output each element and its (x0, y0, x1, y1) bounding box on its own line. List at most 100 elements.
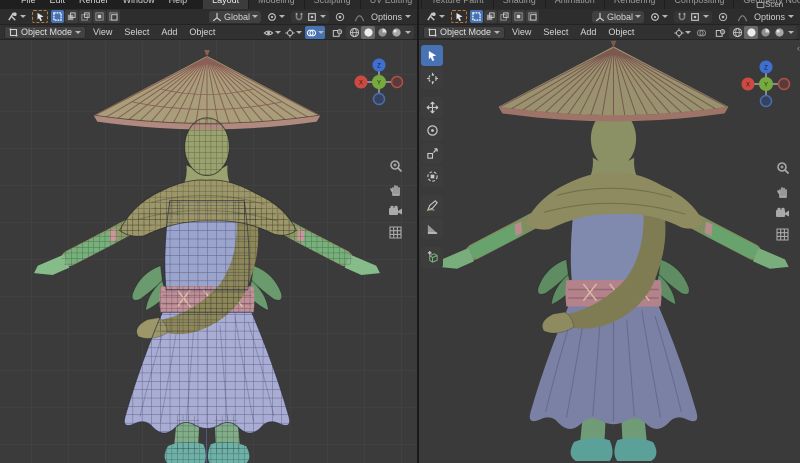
menu-window[interactable]: Window (116, 0, 162, 9)
active-tool-dropdown[interactable] (4, 11, 29, 23)
menu-object[interactable]: Object (184, 25, 220, 40)
select-mode-subtract[interactable] (79, 10, 92, 23)
select-mode-invert[interactable] (93, 10, 106, 23)
menu-select[interactable]: Select (119, 25, 154, 40)
tab-layout[interactable]: Layout (203, 0, 248, 9)
menu-select[interactable]: Select (538, 25, 573, 40)
shading-material-button[interactable] (758, 26, 772, 39)
select-mode-set[interactable] (51, 10, 64, 23)
shading-wireframe-button[interactable] (347, 26, 361, 39)
toggle-xray-button[interactable] (330, 26, 344, 39)
proportional-editing-toggle[interactable] (332, 11, 348, 23)
active-tool-dropdown[interactable] (423, 11, 448, 23)
tool-cursor[interactable] (421, 68, 443, 89)
toggle-xray-button[interactable] (713, 26, 727, 39)
viewport-nav-buttons (388, 159, 403, 239)
material-sphere-icon (760, 27, 771, 38)
pane-divider[interactable] (417, 0, 419, 463)
proportional-icon (718, 12, 728, 22)
tab-sculpting[interactable]: Sculpting (305, 0, 360, 9)
select-mode-subtract[interactable] (498, 10, 511, 23)
camera-view-icon[interactable] (388, 205, 403, 217)
pan-hand-icon[interactable] (389, 182, 403, 196)
tool-settings-bar: Global Options (419, 9, 800, 25)
chevron-down-icon (252, 15, 258, 18)
zoom-icon[interactable] (776, 161, 790, 175)
proportional-falloff-dropdown[interactable] (734, 11, 751, 23)
select-mode-invert[interactable] (512, 10, 525, 23)
snap-target-icon[interactable] (690, 12, 700, 22)
transform-orientation-dropdown[interactable]: Global (209, 11, 261, 23)
measure-icon (426, 222, 439, 235)
options-dropdown[interactable]: Options (754, 12, 796, 22)
shading-solid-button[interactable] (744, 26, 758, 39)
select-mode-extend[interactable] (484, 10, 497, 23)
pivot-point-dropdown[interactable] (264, 11, 288, 23)
tab-uv-editing[interactable]: UV Editing (361, 0, 422, 9)
menu-add[interactable]: Add (156, 25, 182, 40)
menu-view[interactable]: View (88, 25, 117, 40)
tool-rotate[interactable] (421, 120, 443, 141)
character-model-wireframe[interactable] (21, 46, 393, 463)
menu-file[interactable]: File (14, 0, 43, 9)
show-gizmo-dropdown[interactable] (284, 26, 303, 39)
tool-scale[interactable] (421, 143, 443, 164)
transform-orientation-dropdown[interactable]: Global (592, 11, 644, 23)
scene-icon (756, 1, 765, 9)
menu-render[interactable]: Render (72, 0, 116, 9)
tab-rendering[interactable]: Rendering (605, 0, 665, 9)
tool-measure[interactable] (421, 218, 443, 239)
show-overlays-toggle[interactable] (694, 26, 708, 39)
select-box-tool-button[interactable] (32, 10, 48, 23)
navigation-gizmo[interactable]: X Z Y (353, 53, 405, 117)
shading-rendered-button[interactable] (389, 26, 403, 39)
scene-selector[interactable]: Scen (756, 0, 800, 9)
shading-material-button[interactable] (375, 26, 389, 39)
tool-annotate[interactable] (421, 195, 443, 216)
tool-move[interactable] (421, 97, 443, 118)
select-mode-intersect[interactable] (107, 10, 120, 23)
viewport-canvas-right[interactable]: ‹ X Z Y (419, 41, 800, 463)
zoom-icon[interactable] (389, 159, 403, 173)
tab-shading[interactable]: Shading (494, 0, 545, 9)
shading-rendered-button[interactable] (772, 26, 786, 39)
mode-dropdown[interactable]: Object Mode (423, 26, 505, 39)
tab-animation[interactable]: Animation (546, 0, 604, 9)
3d-cursor-icon (426, 72, 439, 85)
tool-select-box[interactable] (421, 45, 443, 66)
tab-texture-paint[interactable]: Texture Paint (422, 0, 493, 9)
navigation-gizmo[interactable]: X Z Y (740, 55, 792, 119)
shading-solid-button[interactable] (361, 26, 375, 39)
options-dropdown[interactable]: Options (371, 12, 413, 22)
show-overlays-toggle[interactable] (305, 26, 325, 39)
pivot-point-dropdown[interactable] (647, 11, 671, 23)
tab-modeling[interactable]: Modeling (249, 0, 304, 9)
select-mode-intersect[interactable] (526, 10, 539, 23)
viewport-canvas-left[interactable]: X Z Y (0, 41, 417, 463)
tool-transform[interactable] (421, 166, 443, 187)
show-gizmo-dropdown[interactable] (673, 26, 692, 39)
menu-edit[interactable]: Edit (43, 0, 73, 9)
gizmo-x-label: X (359, 81, 363, 87)
menu-object[interactable]: Object (603, 25, 639, 40)
tool-add-cube[interactable] (421, 247, 443, 268)
mode-dropdown[interactable]: Object Mode (4, 26, 86, 39)
menu-add[interactable]: Add (575, 25, 601, 40)
menu-view[interactable]: View (507, 25, 536, 40)
viewport-header: Object Mode View Select Add Object (0, 25, 417, 40)
tab-compositing[interactable]: Compositing (665, 0, 733, 9)
proportional-falloff-dropdown[interactable] (351, 11, 368, 23)
camera-view-icon[interactable] (775, 207, 790, 219)
select-box-tool-button[interactable] (451, 10, 467, 23)
chevron-down-icon (685, 31, 691, 34)
snap-target-icon[interactable] (307, 12, 317, 22)
proportional-editing-toggle[interactable] (715, 11, 731, 23)
menu-help[interactable]: Help (162, 0, 195, 9)
ortho-grid-icon[interactable] (776, 228, 789, 241)
pan-hand-icon[interactable] (776, 184, 790, 198)
select-mode-extend[interactable] (65, 10, 78, 23)
ortho-grid-icon[interactable] (389, 226, 402, 239)
view-object-types-dropdown[interactable] (262, 26, 282, 39)
shading-wireframe-button[interactable] (730, 26, 744, 39)
select-mode-set[interactable] (470, 10, 483, 23)
